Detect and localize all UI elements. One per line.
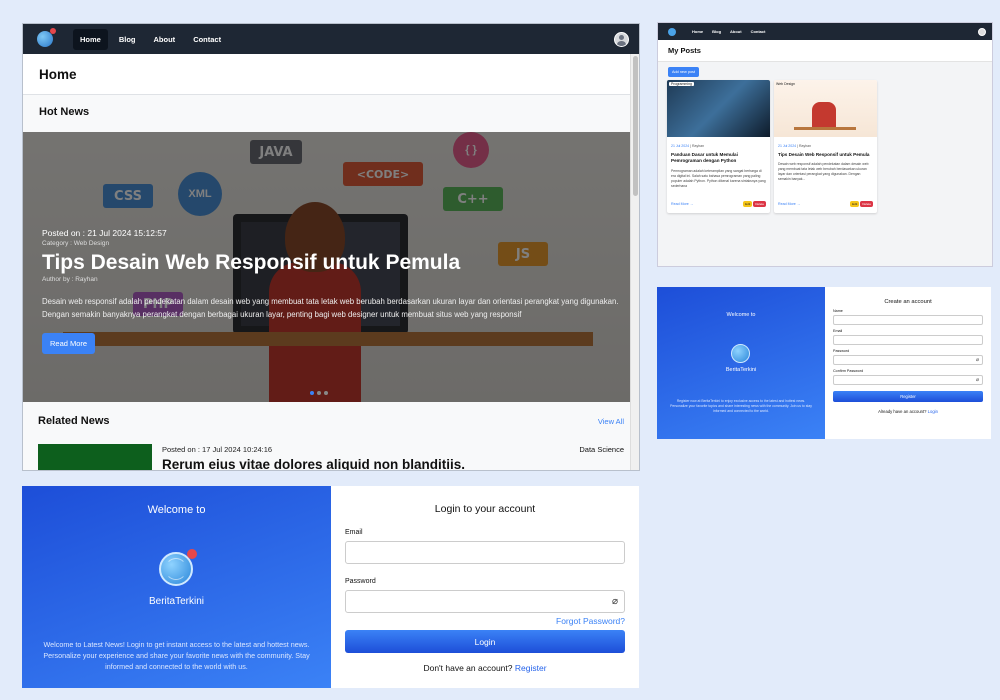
email-field[interactable] xyxy=(345,541,625,564)
carousel-dot[interactable] xyxy=(310,391,314,395)
post-excerpt: Desain web responsif adalah pendekatan d… xyxy=(778,162,869,182)
welcome-text: Welcome to xyxy=(147,504,206,516)
hero-description: Desain web responsif adalah pendekatan d… xyxy=(42,297,619,319)
delete-button[interactable]: Delete xyxy=(860,201,873,207)
register-prompt: Don't have an account? xyxy=(423,663,513,673)
eye-slash-icon[interactable]: ⌀ xyxy=(612,596,618,607)
login-prompt: Already have an account? xyxy=(878,409,927,414)
post-image: Programming xyxy=(667,80,770,137)
related-news-title: Related News xyxy=(38,415,110,427)
login-link[interactable]: Login xyxy=(928,409,938,414)
forgot-password-link[interactable]: Forgot Password? xyxy=(345,616,625,626)
related-posted-date: Posted on : 17 Jul 2024 10:24:16 xyxy=(162,445,273,454)
hero-category: Category : Web Design xyxy=(42,240,110,247)
delete-button[interactable]: Delete xyxy=(753,201,766,207)
welcome-description: Welcome to Latest News! Login to get ins… xyxy=(43,640,310,671)
related-news-item[interactable]: Posted on : 17 Jul 2024 10:24:16 Data Sc… xyxy=(23,440,639,470)
page-title: My Posts xyxy=(658,40,992,62)
password-field[interactable]: ⌀ xyxy=(833,355,983,365)
post-tag: Web Design xyxy=(776,82,796,86)
register-button[interactable]: Register xyxy=(833,391,983,402)
password-field[interactable]: ⌀ xyxy=(345,590,625,613)
hot-news-title: Hot News xyxy=(23,95,639,132)
nav-home[interactable]: Home xyxy=(692,29,703,34)
edit-button[interactable]: Edit xyxy=(743,201,753,207)
post-tag: Programming xyxy=(669,82,695,86)
confirm-password-label: Confirm Password xyxy=(833,369,864,373)
post-card[interactable]: Programming 21 Jul 2024 | Rayhan Panduan… xyxy=(667,80,770,213)
register-link[interactable]: Register xyxy=(515,663,547,673)
user-avatar-icon[interactable] xyxy=(614,31,629,47)
eye-slash-icon[interactable]: ⌀ xyxy=(976,377,979,383)
read-more-button[interactable]: Read More xyxy=(42,333,96,355)
navbar: Home Blog About Contact xyxy=(23,24,639,54)
globe-logo-icon[interactable] xyxy=(37,28,56,47)
email-label: Email xyxy=(345,529,363,536)
globe-logo-icon xyxy=(159,549,197,586)
register-screenshot: Welcome to BeritaTerkini Register now at… xyxy=(657,287,991,439)
nav-contact[interactable]: Contact xyxy=(751,29,766,34)
login-screenshot: Welcome to BeritaTerkini Welcome to Late… xyxy=(22,486,639,688)
carousel-dot[interactable] xyxy=(317,391,321,395)
navbar: Home Blog About Contact xyxy=(658,23,992,40)
related-news-header: Related News View All xyxy=(23,402,639,440)
form-title: Login to your account xyxy=(434,503,536,515)
hero-title[interactable]: Tips Desain Web Responsif untuk Pemula xyxy=(42,251,633,274)
nav-about[interactable]: About xyxy=(730,29,742,34)
carousel-indicators xyxy=(310,391,328,395)
welcome-text: Welcome to xyxy=(726,312,756,318)
welcome-panel: Welcome to BeritaTerkini Register now at… xyxy=(657,287,825,439)
confirm-password-field[interactable]: ⌀ xyxy=(833,375,983,385)
register-form: Create an account Name Email Password ⌀ … xyxy=(825,287,991,439)
brand-name: BeritaTerkini xyxy=(148,596,205,607)
related-category: Data Science xyxy=(579,445,624,454)
nav-about[interactable]: About xyxy=(147,29,183,50)
globe-logo-icon[interactable] xyxy=(668,27,676,36)
edit-button[interactable]: Edit xyxy=(850,201,860,207)
page-title: Home xyxy=(23,54,639,95)
login-form: Login to your account Email Password ⌀ F… xyxy=(345,486,625,688)
post-author: Rayhan xyxy=(691,144,705,148)
welcome-description: Register now at BeritaTerkini to enjoy e… xyxy=(670,399,812,413)
my-posts-screenshot: Home Blog About Contact My Posts Add new… xyxy=(657,22,993,267)
related-title[interactable]: Rerum eius vitae dolores aliquid non bla… xyxy=(162,457,465,470)
scrollbar[interactable] xyxy=(630,54,639,470)
post-excerpt: Pemrograman adalah keterampilan yang san… xyxy=(671,168,766,188)
nav-home[interactable]: Home xyxy=(73,28,108,50)
view-all-link[interactable]: View All xyxy=(598,417,624,426)
post-date: 21 Jul 2024 xyxy=(778,144,797,148)
password-label: Password xyxy=(345,578,376,585)
read-more-link[interactable]: Read More → xyxy=(778,202,800,206)
news-thumbnail[interactable] xyxy=(38,444,152,470)
hero-author: Author by : Rayhan xyxy=(42,276,98,284)
nav-blog[interactable]: Blog xyxy=(712,29,721,34)
post-title[interactable]: Panduan Dasar untuk Memulai Pemrograman … xyxy=(671,152,766,165)
brand-name: BeritaTerkini xyxy=(725,367,757,373)
login-button[interactable]: Login xyxy=(345,630,625,653)
post-card[interactable]: Web Design 21 Jul 2024 | Rayhan Tips Des… xyxy=(774,80,877,213)
form-title: Create an account xyxy=(884,299,932,305)
hero-carousel[interactable]: JAVA CSS XML <CODE> C++ JS PHP { } Poste… xyxy=(23,132,639,402)
email-field[interactable] xyxy=(833,335,983,345)
home-page-screenshot: Home Blog About Contact Home Hot News JA… xyxy=(22,23,640,471)
user-avatar-icon[interactable] xyxy=(978,27,986,36)
password-label: Password xyxy=(833,349,850,353)
post-image: Web Design xyxy=(774,80,877,137)
name-field[interactable] xyxy=(833,315,983,325)
post-author: Rayhan xyxy=(798,144,812,148)
globe-logo-icon xyxy=(731,344,750,363)
hero-posted-date: Posted on : 21 Jul 2024 15:12:57 xyxy=(42,228,167,238)
post-date: 21 Jul 2024 xyxy=(671,144,690,148)
name-label: Name xyxy=(833,309,843,313)
add-post-button[interactable]: Add new post xyxy=(668,67,700,77)
read-more-link[interactable]: Read More → xyxy=(671,202,693,206)
email-label: Email xyxy=(833,329,843,333)
eye-slash-icon[interactable]: ⌀ xyxy=(976,357,979,363)
post-title[interactable]: Tips Desain Web Responsif untuk Pemula xyxy=(778,152,873,158)
welcome-panel: Welcome to BeritaTerkini Welcome to Late… xyxy=(22,486,331,688)
nav-blog[interactable]: Blog xyxy=(112,29,143,50)
nav-contact[interactable]: Contact xyxy=(186,29,228,50)
carousel-dot[interactable] xyxy=(324,391,328,395)
